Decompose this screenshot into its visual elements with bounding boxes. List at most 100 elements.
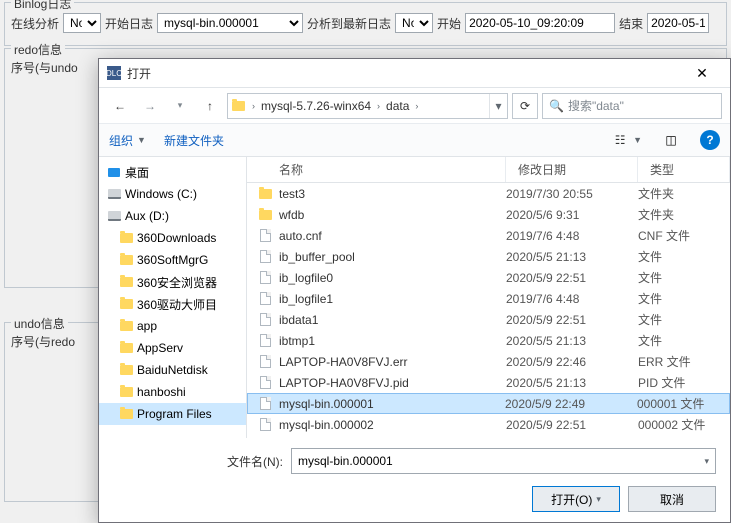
- binlog-group-title: Binlog日志: [11, 0, 74, 12]
- file-icon: [257, 291, 273, 307]
- address-dropdown[interactable]: ▾: [489, 94, 507, 118]
- chevron-down-icon[interactable]: ▾: [704, 456, 709, 467]
- address-bar[interactable]: › mysql-5.7.26-winx64 › data › ▾: [227, 93, 508, 119]
- file-date: 2020/5/5 21:13: [506, 334, 638, 348]
- file-type: 000002 文件: [638, 416, 730, 433]
- end-log-label: 分析到最新日志: [307, 15, 391, 32]
- file-name: LAPTOP-HA0V8FVJ.pid: [279, 376, 506, 390]
- file-list-area: 名称 修改日期 类型 test32019/7/30 20:55文件夹wfdb20…: [247, 157, 730, 438]
- new-folder-button[interactable]: 新建文件夹: [164, 132, 224, 149]
- file-type: 文件: [638, 332, 730, 349]
- nav-bar: ← → ▾ ↑ › mysql-5.7.26-winx64 › data › ▾…: [99, 87, 730, 123]
- file-icon: [257, 396, 273, 412]
- column-type[interactable]: 类型: [638, 157, 730, 182]
- file-row[interactable]: ibtmp12020/5/5 21:13文件: [247, 330, 730, 351]
- up-button[interactable]: ↑: [197, 93, 223, 119]
- online-label: 在线分析: [11, 15, 59, 32]
- refresh-button[interactable]: ⟳: [512, 93, 538, 119]
- file-row[interactable]: wfdb2020/5/6 9:31文件夹: [247, 204, 730, 225]
- file-row[interactable]: mysql-bin.0000012020/5/9 22:49000001 文件: [247, 393, 730, 414]
- file-type: 文件: [638, 248, 730, 265]
- file-date: 2020/5/5 21:13: [506, 250, 638, 264]
- desktop-icon: [107, 165, 121, 179]
- start-time-input[interactable]: [465, 13, 615, 33]
- file-row[interactable]: ib_buffer_pool2020/5/5 21:13文件: [247, 246, 730, 267]
- filename-input[interactable]: mysql-bin.000001 ▾: [291, 448, 716, 474]
- open-button[interactable]: 打开(O)▾: [532, 486, 620, 512]
- open-dialog: DLC 打开 ✕ ← → ▾ ↑ › mysql-5.7.26-winx64 ›…: [98, 58, 731, 523]
- tree-item-label: 360驱动大师目: [137, 296, 217, 313]
- drive-icon: [107, 187, 121, 201]
- file-row[interactable]: LAPTOP-HA0V8FVJ.err2020/5/9 22:46ERR 文件: [247, 351, 730, 372]
- tree-item[interactable]: AppServ: [99, 337, 246, 359]
- file-name: test3: [279, 187, 506, 201]
- tree-item-label: Aux (D:): [125, 209, 169, 223]
- dialog-titlebar[interactable]: DLC 打开 ✕: [99, 59, 730, 87]
- breadcrumb-item[interactable]: data: [384, 99, 411, 113]
- tree-item[interactable]: Program Files: [99, 403, 246, 425]
- help-button[interactable]: ?: [700, 130, 720, 150]
- breadcrumb-item[interactable]: mysql-5.7.26-winx64: [259, 99, 373, 113]
- search-input[interactable]: 🔍 搜索"data": [542, 93, 722, 119]
- end-time-label: 结束: [619, 15, 643, 32]
- file-row[interactable]: test32019/7/30 20:55文件夹: [247, 183, 730, 204]
- folder-tree[interactable]: 桌面 Windows (C:) Aux (D:) 360Downloads 360Sof…: [99, 157, 247, 438]
- tree-item-label: hanboshi: [137, 385, 186, 399]
- tree-item[interactable]: hanboshi: [99, 381, 246, 403]
- tree-item[interactable]: Windows (C:): [99, 183, 246, 205]
- file-list-header[interactable]: 名称 修改日期 类型: [247, 157, 730, 183]
- file-icon: [257, 270, 273, 286]
- file-name: ib_logfile0: [279, 271, 506, 285]
- organize-button[interactable]: 组织▼: [109, 132, 146, 149]
- tree-item[interactable]: 360Downloads: [99, 227, 246, 249]
- chevron-right-icon[interactable]: ›: [411, 101, 422, 111]
- file-type: CNF 文件: [638, 227, 730, 244]
- preview-pane-button[interactable]: ◫: [660, 129, 682, 151]
- close-button[interactable]: ✕: [682, 59, 722, 87]
- file-row[interactable]: mysql-bin.0000022020/5/9 22:51000002 文件: [247, 414, 730, 435]
- file-row[interactable]: auto.cnf2019/7/6 4:48CNF 文件: [247, 225, 730, 246]
- view-mode-button[interactable]: ☷ ▼: [609, 129, 642, 151]
- drive-icon: [107, 209, 121, 223]
- tree-item[interactable]: 360安全浏览器: [99, 271, 246, 293]
- column-name[interactable]: 名称: [247, 157, 506, 182]
- tree-item[interactable]: BaiduNetdisk: [99, 359, 246, 381]
- file-row[interactable]: ib_logfile12019/7/6 4:48文件: [247, 288, 730, 309]
- tree-item[interactable]: 桌面: [99, 161, 246, 183]
- tree-item-label: AppServ: [137, 341, 183, 355]
- file-icon: [257, 333, 273, 349]
- undo-group-title: undo信息: [11, 315, 68, 332]
- file-list[interactable]: test32019/7/30 20:55文件夹wfdb2020/5/6 9:31…: [247, 183, 730, 438]
- cancel-button[interactable]: 取消: [628, 486, 716, 512]
- online-select[interactable]: No: [63, 13, 101, 33]
- file-type: 文件夹: [638, 185, 730, 202]
- file-date: 2020/5/9 22:51: [506, 418, 638, 432]
- redo-group-title: redo信息: [11, 41, 65, 58]
- file-type: 文件: [638, 311, 730, 328]
- file-icon: [257, 228, 273, 244]
- file-row[interactable]: ib_logfile02020/5/9 22:51文件: [247, 267, 730, 288]
- tree-item[interactable]: 360SoftMgrG: [99, 249, 246, 271]
- forward-button[interactable]: →: [137, 93, 163, 119]
- history-dropdown[interactable]: ▾: [167, 93, 193, 119]
- chevron-right-icon[interactable]: ›: [373, 101, 384, 111]
- file-date: 2020/5/9 22:51: [506, 271, 638, 285]
- tree-item[interactable]: 360驱动大师目: [99, 293, 246, 315]
- file-row[interactable]: LAPTOP-HA0V8FVJ.pid2020/5/5 21:13PID 文件: [247, 372, 730, 393]
- file-date: 2019/7/30 20:55: [506, 187, 638, 201]
- file-date: 2019/7/6 4:48: [506, 229, 638, 243]
- start-log-select[interactable]: mysql-bin.000001: [157, 13, 303, 33]
- column-date[interactable]: 修改日期: [506, 157, 638, 182]
- end-log-select[interactable]: No: [395, 13, 433, 33]
- start-time-label: 开始: [437, 15, 461, 32]
- tree-item[interactable]: app: [99, 315, 246, 337]
- chevron-down-icon: ▾: [596, 494, 601, 505]
- folder-icon: [119, 319, 133, 333]
- tree-item-label: 桌面: [125, 164, 149, 181]
- tree-item[interactable]: Aux (D:): [99, 205, 246, 227]
- back-button[interactable]: ←: [107, 93, 133, 119]
- tree-item-label: 360SoftMgrG: [137, 253, 208, 267]
- file-row[interactable]: ibdata12020/5/9 22:51文件: [247, 309, 730, 330]
- chevron-right-icon[interactable]: ›: [248, 101, 259, 111]
- end-time-input[interactable]: [647, 13, 709, 33]
